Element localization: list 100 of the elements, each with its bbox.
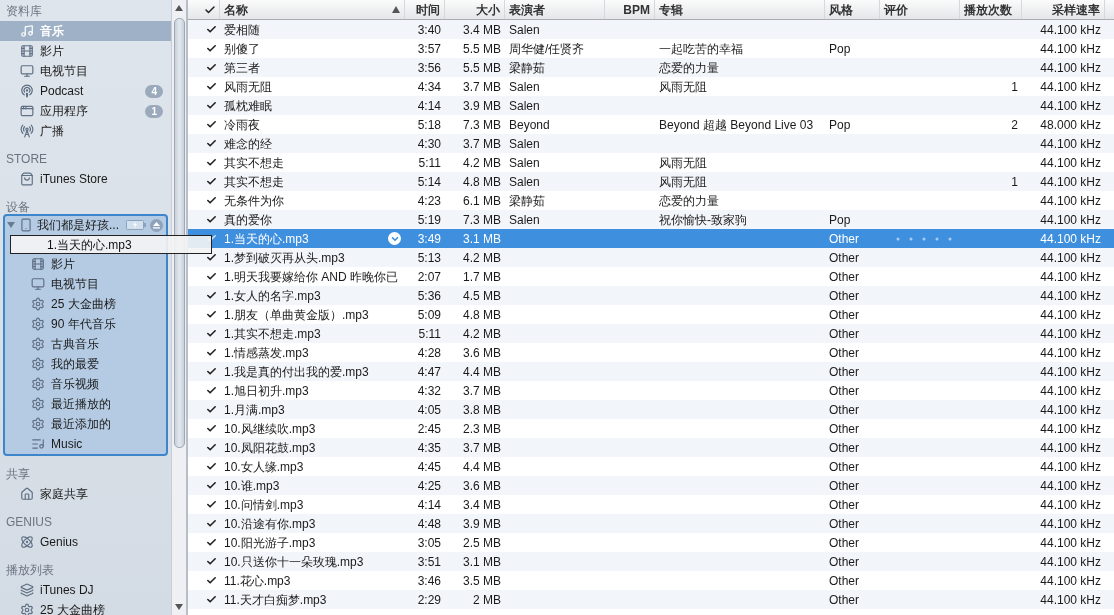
scroll-down-icon[interactable]: [175, 604, 183, 610]
column-header[interactable]: 时间: [405, 0, 445, 19]
eject-icon[interactable]: [150, 218, 163, 232]
column-header[interactable]: 大小: [445, 0, 505, 19]
table-cell-text: 10.谁.mp3: [223, 477, 281, 495]
table-cell-text: 44.100 kHz: [1039, 477, 1102, 495]
scroll-up-icon[interactable]: [175, 5, 183, 11]
table-cell-text: 10.凤阳花鼓.mp3: [223, 439, 317, 457]
table-cell-text: 4:14: [416, 97, 442, 115]
track-row[interactable]: 10.沿途有你.mp3 4:48 3.9 MB Other 44.100 kHz: [188, 514, 1114, 533]
sidebar-item[interactable]: 影片: [0, 41, 171, 61]
scroll-thumb[interactable]: [173, 18, 185, 448]
table-cell-text: 44.100 kHz: [1039, 401, 1102, 419]
track-row[interactable]: 孤枕难眠 4:14 3.9 MB Salen 44.100 kHz: [188, 96, 1114, 115]
table-cell-text: 7.3 MB: [462, 211, 502, 229]
table-cell-text: 3.5 MB: [462, 572, 502, 590]
table-cell-text: 44.100 kHz: [1039, 97, 1102, 115]
table-cell-text: Other: [828, 382, 860, 400]
column-header[interactable]: 风格: [825, 0, 880, 19]
sidebar-item[interactable]: iTunes Store: [0, 169, 171, 189]
table-cell-text: 1.明天我要嫁给你 AND 昨晚你已: [223, 268, 399, 286]
column-header[interactable]: 专辑: [655, 0, 825, 19]
shopping-bag-icon: [20, 172, 34, 186]
table-cell-text: 风雨无阻: [223, 78, 273, 96]
sidebar-item[interactable]: 家庭共享: [0, 484, 171, 504]
battery-icon: [126, 220, 146, 230]
table-cell-text: 3.6 MB: [462, 344, 502, 362]
table-cell-text: Salen: [508, 135, 541, 153]
track-row[interactable]: 10.凤阳花鼓.mp3 4:35 3.7 MB Other 44.100 kHz: [188, 438, 1114, 457]
sidebar-item[interactable]: 影片: [5, 254, 166, 274]
track-row[interactable]: 1.其实不想走.mp3 5:11 4.2 MB Other 44.100 kHz: [188, 324, 1114, 343]
table-cell-text: Pop: [828, 116, 852, 134]
table-cell: 1.当天的心.mp3: [220, 229, 405, 248]
column-header[interactable]: BPM: [605, 0, 655, 19]
track-row[interactable]: 1.梦到破灭再从头.mp3 5:13 4.2 MB Other 44.100 kHz: [188, 248, 1114, 267]
table-cell-text: 风雨无阻: [658, 78, 708, 96]
column-header[interactable]: 表演者: [505, 0, 605, 19]
table-cell-text: 2:07: [416, 268, 442, 286]
track-row[interactable]: 1.我是真的付出我的爱.mp3 4:47 4.4 MB Other 44.100 kHz: [188, 362, 1114, 381]
table-cell-text: 3:51: [416, 553, 442, 571]
track-row[interactable]: 第三者 3:56 5.5 MB 梁静茹 恋爱的力量 44.100 kHz: [188, 58, 1114, 77]
sidebar-item[interactable]: Podcast 4: [0, 81, 171, 101]
table-cell-text: 1.我是真的付出我的爱.mp3: [223, 363, 370, 381]
sidebar-item[interactable]: 25 大金曲榜: [0, 600, 171, 615]
table-cell-text: 44.100 kHz: [1039, 287, 1102, 305]
rating-dots-icon[interactable]: [896, 236, 952, 241]
track-row[interactable]: 难念的经 4:30 3.7 MB Salen 44.100 kHz: [188, 134, 1114, 153]
check-icon[interactable]: [204, 3, 216, 16]
table-cell-text: 5:18: [416, 116, 442, 134]
column-header[interactable]: 播放次数: [960, 0, 1022, 19]
sidebar-item[interactable]: 最近添加的: [5, 414, 166, 434]
column-header[interactable]: 名称: [220, 0, 405, 19]
table-cell-text: Salen: [508, 97, 541, 115]
table-cell-text: 周华健/任贤齐: [508, 40, 586, 58]
track-row[interactable]: 1.月满.mp3 4:05 3.8 MB Other 44.100 kHz: [188, 400, 1114, 419]
table-cell-text: 2:45: [416, 420, 442, 438]
table-cell-text: 44.100 kHz: [1039, 173, 1102, 191]
table-cell-text: 4.4 MB: [462, 458, 502, 476]
column-header[interactable]: 评价: [880, 0, 960, 19]
app-icon: [20, 104, 34, 118]
sidebar-item[interactable]: 最近播放的: [5, 394, 166, 414]
table-cell-text: 5:11: [417, 325, 442, 343]
gear-icon: [31, 317, 45, 331]
monitor-icon: [20, 64, 34, 78]
column-header[interactable]: 采样速率: [1022, 0, 1105, 19]
sidebar-item[interactable]: 电视节目: [5, 274, 166, 294]
sidebar-item[interactable]: 电视节目: [0, 61, 171, 81]
track-row[interactable]: 10.只送你十一朵玫瑰.mp3 3:51 3.1 MB Other 44.100 kHz: [188, 552, 1114, 571]
section-heading: 资料库: [5, 2, 43, 20]
table-cell-text: Salen: [508, 173, 541, 191]
table-cell-text: 10.女人缘.mp3: [223, 458, 305, 476]
sort-ascending-icon[interactable]: [392, 6, 400, 13]
device-item[interactable]: 我们都是好孩...: [5, 216, 166, 234]
track-row[interactable]: 10.谁.mp3 4:25 3.6 MB Other 44.100 kHz: [188, 476, 1114, 495]
sidebar-item[interactable]: 25 大金曲榜: [5, 294, 166, 314]
track-row[interactable]: 其实不想走 5:14 4.8 MB Salen 风雨无阻 1 44.100 kHz: [188, 172, 1114, 191]
sidebar-item[interactable]: 音乐视频: [5, 374, 166, 394]
disclosure-triangle-icon[interactable]: [7, 221, 15, 229]
sidebar-item[interactable]: Music: [5, 434, 166, 454]
sidebar-item[interactable]: iTunes DJ: [0, 580, 171, 600]
table-cell-text: 44.100 kHz: [1039, 591, 1102, 609]
track-row[interactable]: 11.天才白痴梦.mp3 2:29 2 MB Other 44.100 kHz: [188, 590, 1114, 609]
radio-tower-icon: [20, 124, 34, 138]
sidebar-item[interactable]: 我的最爱: [5, 354, 166, 374]
table-cell-text: 44.100 kHz: [1039, 268, 1102, 286]
sidebar-item[interactable]: 广播: [0, 121, 171, 141]
table-cell-text: 44.100 kHz: [1039, 325, 1102, 343]
sidebar-item[interactable]: 古典音乐: [5, 334, 166, 354]
table-cell-text: 44.100 kHz: [1039, 496, 1102, 514]
table-cell-text: 1: [1010, 78, 1019, 96]
track-row[interactable]: 爱相随 3:40 3.4 MB Salen 44.100 kHz: [188, 20, 1114, 39]
table-cell-text: 4:47: [416, 363, 442, 381]
track-row[interactable]: 真的爱你 5:19 7.3 MB Salen 祝你愉快-致家驹 Pop 44.100 kHz: [188, 210, 1114, 229]
table-cell-text: 真的爱你: [223, 211, 273, 229]
sidebar-item[interactable]: 应用程序 1: [0, 101, 171, 121]
track-row[interactable]: 1.女人的名字.mp3 5:36 4.5 MB Other 44.100 kHz: [188, 286, 1114, 305]
sidebar-item[interactable]: 90 年代音乐: [5, 314, 166, 334]
scrollbar[interactable]: [171, 0, 186, 615]
sidebar-item[interactable]: Genius: [0, 532, 171, 552]
gear-icon: [31, 297, 45, 311]
